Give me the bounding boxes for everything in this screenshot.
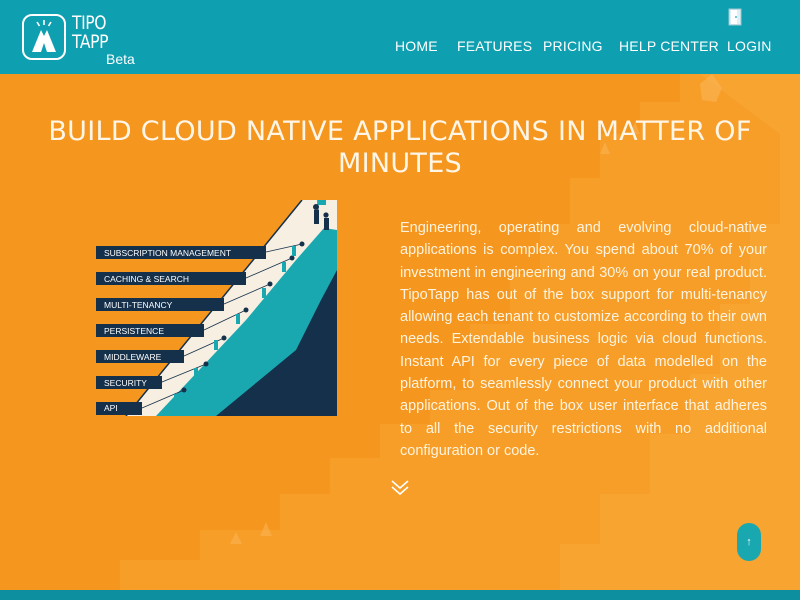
- nav-pricing[interactable]: PRICING: [543, 38, 603, 54]
- scroll-down-chevron-icon[interactable]: [390, 479, 410, 497]
- nav-home[interactable]: HOME: [395, 38, 438, 54]
- beta-label: Beta: [106, 51, 135, 67]
- footer-strip: [0, 590, 800, 600]
- scroll-to-top-button[interactable]: ↑: [737, 523, 761, 561]
- nav-login[interactable]: LOGIN: [727, 38, 772, 54]
- layer-label-multitenancy: MULTI-TENANCY: [104, 300, 173, 310]
- tipotapp-logo-icon[interactable]: [22, 14, 66, 60]
- hero-description: Engineering, operating and evolving clou…: [400, 220, 767, 459]
- layer-label-api: API: [104, 403, 118, 413]
- door-icon[interactable]: [728, 8, 742, 26]
- layer-label-middleware: MIDDLEWARE: [104, 352, 162, 362]
- nav-help-center[interactable]: HELP CENTER: [619, 38, 719, 54]
- layer-label-security: SECURITY: [104, 378, 147, 388]
- arrow-up-icon: ↑: [746, 536, 752, 548]
- hero-title-line1: BUILD CLOUD NATIVE APPLICATIONS IN MATTE…: [48, 116, 752, 147]
- layers-climb-illustration: SUBSCRIPTION MANAGEMENT CACHING & SEARCH…: [96, 200, 337, 416]
- layer-bar-7: [96, 402, 142, 415]
- nav-features[interactable]: FEATURES: [457, 38, 532, 54]
- layer-label-caching: CACHING & SEARCH: [104, 274, 189, 284]
- hero-title-line2: MINUTES: [337, 148, 462, 179]
- brand-name[interactable]: TIPO TAPP: [72, 14, 116, 52]
- brand-line2: TAPP: [72, 31, 109, 53]
- site-header: TIPO TAPP Beta HOME FEATURES PRICING HEL…: [0, 0, 800, 74]
- hero-title: BUILD CLOUD NATIVE APPLICATIONS IN MATTE…: [20, 116, 780, 180]
- hero-section: BUILD CLOUD NATIVE APPLICATIONS IN MATTE…: [0, 74, 800, 590]
- layer-label-subscription: SUBSCRIPTION MANAGEMENT: [104, 248, 231, 258]
- layer-label-persistence: PERSISTENCE: [104, 326, 164, 336]
